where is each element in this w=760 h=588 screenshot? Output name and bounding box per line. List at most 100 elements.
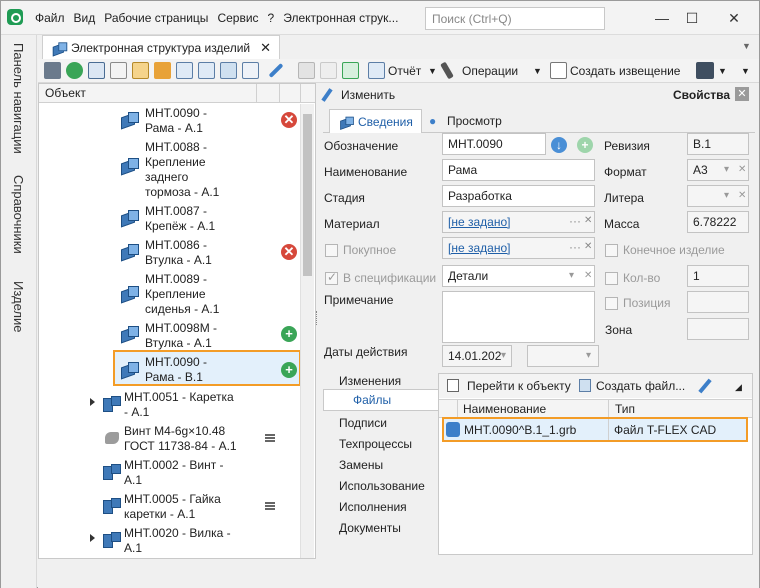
properties-icon[interactable]	[88, 62, 105, 79]
menu-view[interactable]: Вид	[74, 11, 96, 25]
list-icon[interactable]	[176, 62, 193, 79]
operations-dropdown-icon[interactable]: ▼	[533, 66, 542, 76]
grid-icon[interactable]	[220, 62, 237, 79]
tree-node[interactable]: МНТ.0002 - Винт - А.1	[124, 458, 224, 488]
format-clear-icon[interactable]: ✕	[738, 164, 746, 175]
designation-field[interactable]: МНТ.0090	[442, 133, 546, 155]
operations-button[interactable]: Операции	[462, 64, 518, 78]
subnav-variants[interactable]: Исполнения	[339, 500, 407, 514]
minimize-button[interactable]: —	[647, 7, 677, 29]
splitter-grip[interactable]	[316, 311, 318, 325]
format-dropdown-icon[interactable]: ▾	[724, 164, 729, 175]
mass-field[interactable]: 6.78222	[687, 211, 749, 233]
subnav-replacements[interactable]: Замены	[339, 458, 383, 472]
tab-electronic-structure[interactable]: Электронная структура изделий ✕	[42, 35, 280, 59]
report-dropdown-icon[interactable]: ▼	[428, 66, 437, 76]
maximize-button[interactable]: ☐	[677, 7, 707, 29]
section-clear-icon[interactable]: ✕	[584, 270, 592, 281]
purchased-checkbox[interactable]	[325, 244, 338, 257]
goto-object-button[interactable]: Перейти к объекту	[467, 379, 571, 393]
litera-clear-icon[interactable]: ✕	[738, 190, 746, 201]
litera-dropdown-icon[interactable]: ▾	[724, 190, 729, 201]
print-icon[interactable]	[696, 62, 714, 79]
expand-icon[interactable]	[90, 534, 95, 542]
cad-icon[interactable]	[242, 62, 259, 79]
tree-node[interactable]: МНТ.0086 - Втулка - А.1	[145, 238, 212, 268]
date-to-dropdown-icon[interactable]: ▾	[586, 350, 591, 361]
tree-node[interactable]: МНТ.0088 - Крепление заднего тормоза - А…	[145, 140, 219, 200]
menu-file[interactable]: Файл	[35, 11, 65, 25]
download-icon[interactable]: ↓	[551, 137, 567, 153]
notice-icon[interactable]	[550, 62, 567, 79]
menu-structure[interactable]: Электронная струк...	[283, 11, 398, 25]
subnav-documents[interactable]: Документы	[339, 521, 401, 535]
column-name[interactable]: Наименование	[463, 402, 546, 416]
tree-node[interactable]: МНТ.0087 - Крепёж - А.1	[145, 204, 215, 234]
subnav-signatures[interactable]: Подписи	[339, 416, 387, 430]
report-icon[interactable]	[368, 62, 385, 79]
print-dropdown-icon[interactable]: ▼	[718, 66, 727, 76]
tab-product[interactable]: Изделие	[11, 281, 26, 332]
tab-details[interactable]: Сведения	[329, 109, 422, 133]
operations-hammer-icon[interactable]	[440, 61, 454, 80]
create-notice-button[interactable]: Создать извещение	[570, 64, 680, 78]
tree-node-selected[interactable]: МНТ.0090 - Рама - В.1	[145, 355, 207, 385]
move-icon[interactable]	[154, 62, 171, 79]
stage-field[interactable]: Разработка	[442, 185, 595, 207]
format-select[interactable]: A3 ▾ ✕	[687, 159, 749, 181]
qty-checkbox[interactable]	[605, 272, 618, 285]
subnav-files[interactable]: Файлы	[323, 389, 439, 411]
file-row[interactable]: МНТ.0090^В.1_1.grb Файл T-FLEX CAD	[442, 417, 748, 442]
expand-icon[interactable]	[90, 398, 95, 406]
position-checkbox[interactable]	[605, 297, 618, 310]
check-in-icon[interactable]	[342, 62, 359, 79]
date-to-field[interactable]: ▾	[527, 345, 599, 367]
tree-scrollbar[interactable]	[300, 104, 314, 558]
report-button[interactable]: Отчёт	[388, 64, 421, 78]
subnav-usage[interactable]: Использование	[339, 479, 425, 493]
material-clear-icon[interactable]: ✕	[584, 215, 592, 226]
tree-view-icon[interactable]	[44, 62, 61, 79]
position-field[interactable]	[687, 291, 749, 313]
subnav-changes[interactable]: Изменения	[339, 374, 401, 388]
edit-pencil-icon[interactable]	[698, 378, 712, 394]
date-from-dropdown-icon[interactable]: ▾	[501, 350, 506, 361]
purchased-field[interactable]: [не задано] ··· ✕	[442, 237, 595, 259]
tree-node[interactable]: МНТ.0098М - Втулка - А.1	[145, 321, 217, 351]
purchased-link[interactable]: [не задано]	[448, 241, 510, 255]
tree-node[interactable]: МНТ.0089 - Крепление сиденья - А.1	[145, 272, 219, 317]
close-panel-icon[interactable]: ✕	[735, 87, 749, 101]
save-icon[interactable]	[298, 62, 315, 79]
purchased-ellipsis-icon[interactable]: ···	[569, 240, 581, 254]
add-icon[interactable]	[66, 62, 83, 79]
close-window-button[interactable]: ✕	[719, 7, 749, 29]
menu-workpages[interactable]: Рабочие страницы	[104, 11, 208, 25]
list-menu-icon[interactable]	[265, 502, 275, 510]
menu-service[interactable]: Сервис	[217, 11, 258, 25]
column-object[interactable]: Объект	[45, 86, 86, 100]
material-field[interactable]: [не задано] ··· ✕	[442, 211, 595, 233]
tree-node[interactable]: МНТ.0020 - Вилка - А.1	[124, 526, 231, 556]
menu-help[interactable]: ?	[268, 11, 275, 25]
final-product-checkbox[interactable]	[605, 244, 618, 257]
material-ellipsis-icon[interactable]: ···	[569, 214, 581, 228]
tree-node[interactable]: МНТ.0090 - Рама - А.1	[145, 106, 207, 136]
tree-node[interactable]: МНТ.0005 - Гайка каретки - А.1	[124, 492, 221, 522]
copy-icon[interactable]	[110, 62, 127, 79]
revision-field[interactable]: В.1	[687, 133, 749, 155]
material-link[interactable]: [не задано]	[448, 215, 510, 229]
section-dropdown-icon[interactable]: ▾	[569, 270, 574, 281]
qty-field[interactable]: 1	[687, 265, 749, 287]
tree-node[interactable]: Винт М4-6g×10.48 ГОСТ 11738-84 - А.1	[124, 424, 237, 454]
scrollbar-thumb[interactable]	[303, 114, 312, 276]
tree-node[interactable]: МНТ.0051 - Каретка - А.1	[124, 390, 234, 420]
tab-references[interactable]: Справочники	[11, 175, 26, 254]
checklist-icon[interactable]	[198, 62, 215, 79]
paste-icon[interactable]	[132, 62, 149, 79]
section-select[interactable]: Детали ▾ ✕	[442, 265, 595, 287]
edit-button[interactable]: Изменить	[341, 88, 395, 102]
close-tab-icon[interactable]: ✕	[260, 40, 271, 56]
delete-icon[interactable]	[320, 62, 337, 79]
tab-list-chevron-icon[interactable]: ▼	[742, 41, 751, 51]
add-icon[interactable]: +	[577, 137, 593, 153]
